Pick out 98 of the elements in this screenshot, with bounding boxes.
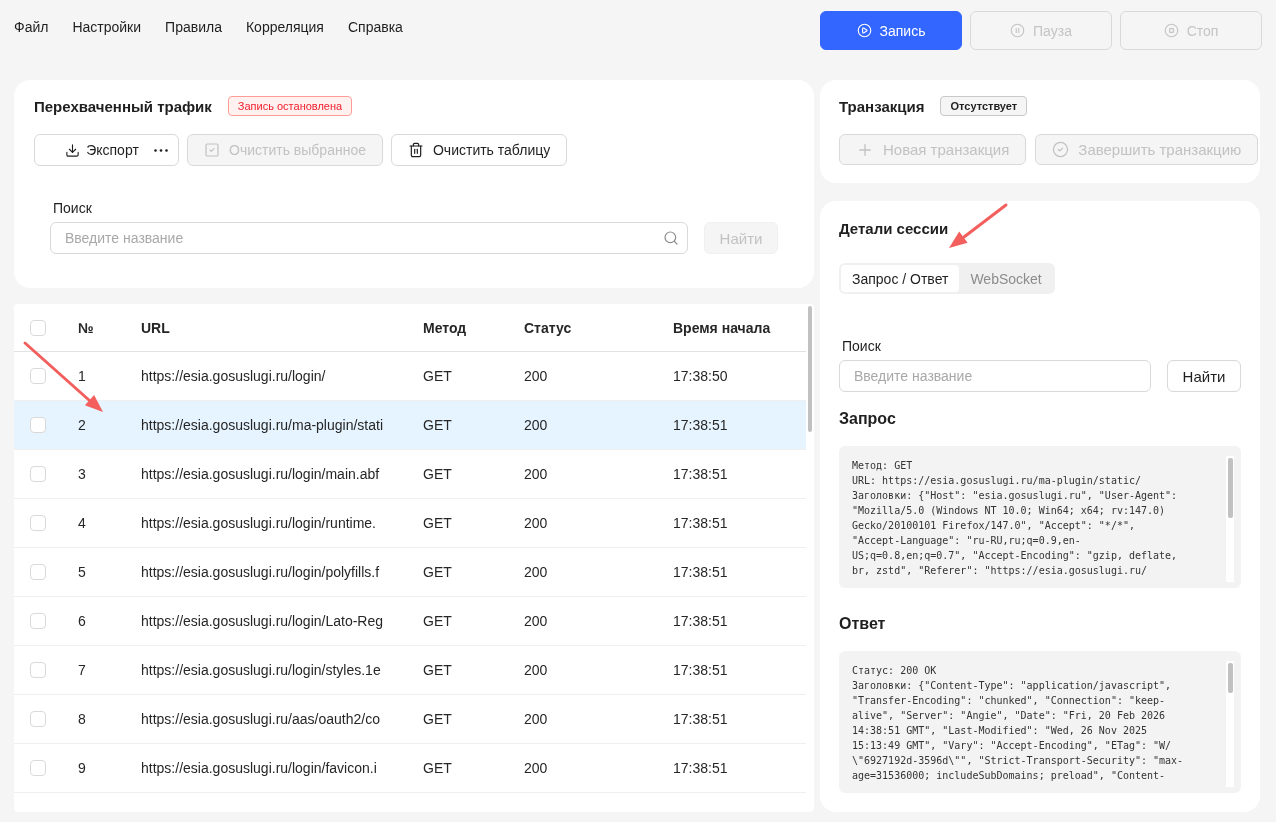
request-url: https://esia.gosuslugi.ru/login/polyfills.f (141, 564, 380, 580)
scrollbar-thumb[interactable] (1228, 458, 1233, 518)
more-icon (154, 148, 168, 152)
scrollbar-thumb[interactable] (1228, 663, 1233, 693)
table-row[interactable]: 2 https://esia.gosuslugi.ru/ma-plugin/stati GET 200 17:38:51 (14, 401, 806, 450)
start-time: 17:38:51 (673, 711, 728, 727)
request-method: GET (423, 711, 452, 727)
request-method: GET (423, 368, 452, 384)
row-number: 3 (78, 466, 86, 482)
status-code: 200 (524, 711, 548, 727)
request-url: https://esia.gosuslugi.ru/login/styles.1e (141, 662, 381, 678)
status-badge: Запись остановлена (227, 96, 353, 116)
request-method: GET (423, 760, 452, 776)
annotation-arrow (946, 202, 1009, 251)
scrollbar-thumb[interactable] (808, 306, 812, 432)
find-button[interactable]: Найти (1167, 360, 1241, 392)
request-method: GET (423, 662, 452, 678)
panel-title: Детали сессии (839, 219, 949, 237)
request-url: https://esia.gosuslugi.ru/login/Lato-Reg (141, 613, 384, 629)
row-checkbox[interactable] (30, 760, 46, 776)
section-title: Запрос (839, 410, 896, 428)
row-number: 6 (78, 613, 86, 629)
start-time: 17:38:51 (673, 417, 728, 433)
row-number: 7 (78, 662, 86, 678)
request-url: https://esia.gosuslugi.ru/aas/oauth2/co (141, 711, 380, 727)
request-text: Метод: GET URL: https://esia.gosuslugi.ru/ma-plugin/static/ Заголовки: {"Host": "esia.gosuslugi.ru", "User-Agent": "Mozilla/5.0 (Windows NT 10.0; Win64; x64; rv:147.0) Gecko/20100101 Firefox/147.0", "Accept": "*/*", "Accept-Language": "ru-RU,ru;q=0.9,en- US;q=0.8,en;q=0.7", "Accept-Encoding": "gzip, deflate, br, zstd", "Referer": "https://esia.gosuslugi.ru/ (852, 459, 1179, 578)
request-method: GET (423, 515, 452, 531)
status-badge: Отсутствует (940, 96, 1028, 116)
status-code: 200 (524, 760, 548, 776)
check-circle-icon (1052, 141, 1070, 158)
row-checkbox[interactable] (30, 564, 46, 580)
column-header: № (78, 319, 94, 336)
column-header: Время начала (673, 319, 771, 336)
row-number: 2 (78, 417, 86, 433)
clear-table-button[interactable]: Очистить таблицу (390, 134, 568, 166)
status-code: 200 (524, 662, 548, 678)
stop-circle-icon (1163, 23, 1179, 38)
row-checkbox[interactable] (30, 368, 46, 384)
download-icon (65, 142, 81, 158)
request-url: https://esia.gosuslugi.ru/login/ (141, 368, 326, 384)
status-code: 200 (524, 368, 548, 384)
menu-item[interactable]: Файл (14, 19, 49, 35)
row-number: 9 (78, 760, 86, 776)
row-checkbox[interactable] (30, 466, 46, 482)
status-code: 200 (524, 417, 548, 433)
menu-item[interactable]: Правила (165, 19, 222, 35)
export-button[interactable]: Экспорт (35, 135, 149, 165)
section-title: Ответ (839, 615, 886, 633)
row-checkbox[interactable] (30, 613, 46, 629)
checked-square-icon (204, 142, 220, 158)
panel-title: Перехваченный трафик (34, 97, 212, 115)
start-time: 17:38:51 (673, 515, 728, 531)
request-method: GET (423, 564, 452, 580)
start-time: 17:38:51 (673, 662, 728, 678)
menu-item[interactable]: Корреляция (245, 19, 324, 35)
row-number: 8 (78, 711, 86, 727)
status-code: 200 (524, 466, 548, 482)
select-all-checkbox[interactable] (30, 319, 46, 336)
search-label: Поиск (53, 200, 92, 216)
column-header: URL (141, 319, 170, 336)
search-label: Поиск (842, 338, 881, 354)
response-text: Статус: 200 OK Заголовки: {"Content-Type": "application/javascript", "Transfer-Encoding": "chunked", "Connection": "keep- alive", "Server": "Angie", "Date": "Fri, 20 Feb 2026 14:38:51 GMT", "Last-Modified": "Wed, 26 Nov 2025 15:13:49 GMT", "Vary": "Accept-Encoding", "ETag": "W/ \"6927192d-3596d\"", "Strict-Transport-Security": "max- age=31536000; includeSubDomains; preload", "Content- (852, 664, 1185, 783)
status-code: 200 (524, 613, 548, 629)
menu-item[interactable]: Справка (347, 19, 403, 35)
row-checkbox[interactable] (30, 515, 46, 531)
request-method: GET (423, 466, 452, 482)
row-number: 5 (78, 564, 86, 580)
row-checkbox[interactable] (30, 711, 46, 727)
request-url: https://esia.gosuslugi.ru/login/main.abf (141, 466, 380, 482)
menu-item[interactable]: Настройки (72, 19, 142, 35)
panel-title: Транзакция (839, 97, 925, 115)
scrollbar-track[interactable] (1226, 456, 1234, 582)
row-number: 1 (78, 368, 86, 384)
search-field[interactable]: Введите название (839, 360, 1151, 392)
play-circle-icon (856, 23, 872, 38)
scrollbar-track[interactable] (1226, 661, 1234, 787)
row-checkbox[interactable] (30, 417, 46, 433)
column-header: Статус (524, 319, 572, 336)
start-time: 17:38:51 (673, 564, 728, 580)
trash-icon (407, 142, 424, 158)
request-url: https://esia.gosuslugi.ru/login/favicon.i (141, 760, 377, 776)
status-code: 200 (524, 515, 548, 531)
request-method: GET (423, 613, 452, 629)
request-url: https://esia.gosuslugi.ru/ma-plugin/stati (141, 417, 383, 433)
pause-circle-icon (1010, 23, 1026, 38)
column-header: Метод (423, 319, 467, 336)
start-time: 17:38:51 (673, 760, 728, 776)
request-url: https://esia.gosuslugi.ru/login/runtime. (141, 515, 376, 531)
start-time: 17:38:51 (673, 613, 728, 629)
search-field[interactable]: Введите название (50, 222, 688, 254)
start-time: 17:38:51 (673, 466, 728, 482)
start-time: 17:38:50 (673, 368, 728, 384)
record-button[interactable]: Запись (820, 11, 962, 50)
row-number: 4 (78, 515, 86, 531)
row-checkbox[interactable] (30, 662, 46, 678)
status-code: 200 (524, 564, 548, 580)
tab[interactable]: Запрос / Ответ (841, 265, 960, 292)
request-method: GET (423, 417, 452, 433)
